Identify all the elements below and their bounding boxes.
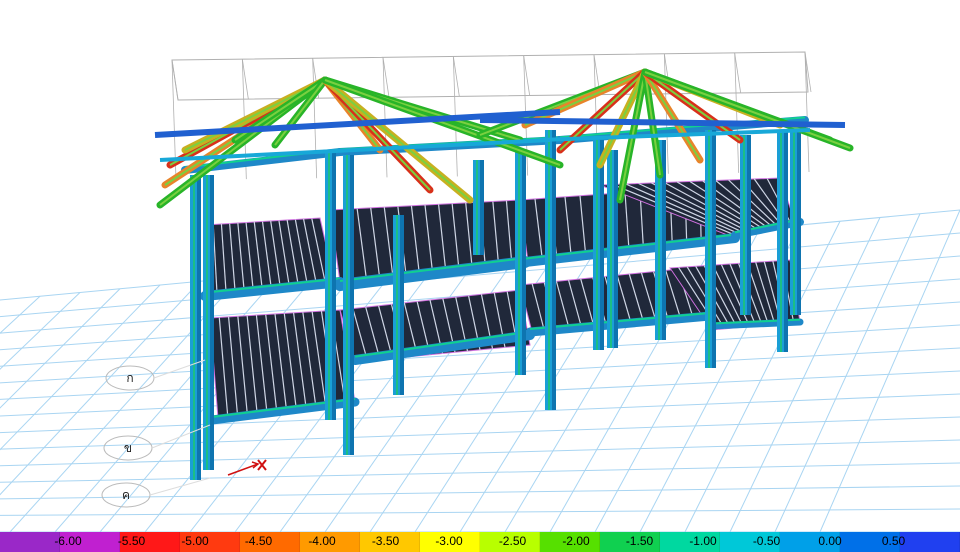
- column-shade: [747, 135, 751, 315]
- column-shade: [784, 130, 788, 352]
- legend-label: -4.50: [244, 534, 273, 548]
- legend-label: 0.50: [881, 534, 906, 548]
- column-shade: [600, 140, 604, 350]
- legend-label: -2.00: [562, 534, 590, 548]
- stress-color-legend: -6.00 -5.50 -5.00 -4.50 -4.00 -3.50 -3.00 -2.50…: [0, 532, 960, 552]
- column-shade: [797, 125, 801, 315]
- legend-label: -2.50: [498, 534, 527, 548]
- model-viewport[interactable]: ก ข ค: [0, 0, 960, 532]
- legend-label: -5.50: [117, 534, 146, 548]
- ground-grid-line: [0, 280, 201, 496]
- legend-label: -5.00: [181, 534, 209, 548]
- wire-line: [804, 51, 810, 173]
- wire-line: [382, 57, 388, 178]
- legend-label: -3.00: [435, 534, 463, 548]
- grid-bubble-label: ข: [124, 441, 132, 455]
- legend-label: 0.00: [818, 534, 842, 548]
- ground-grid-line: [0, 370, 960, 417]
- legend-labels: -6.00 -5.50 -5.00 -4.50 -4.00 -3.50 -3.00 -2.50…: [0, 532, 960, 552]
- structural-model-drawing: ก ข ค: [0, 51, 960, 532]
- legend-label: -0.50: [752, 534, 781, 548]
- column-shade: [197, 175, 201, 480]
- ground-grid-line: [0, 485, 960, 500]
- column-shade: [712, 130, 716, 368]
- column-shade: [522, 150, 526, 375]
- grid-bubble-label: ก: [126, 371, 133, 385]
- ground-grid-line: [0, 292, 81, 370]
- ground-grid-line: [0, 393, 960, 434]
- grid-bubble-label: ค: [122, 488, 130, 502]
- column-shade: [332, 150, 336, 420]
- column-shade: [400, 215, 404, 395]
- wire-top: [171, 51, 809, 101]
- wire-line: [312, 58, 318, 179]
- legend-label: -6.00: [54, 534, 82, 548]
- column-shade: [480, 160, 484, 255]
- wire-line: [734, 52, 740, 173]
- column-shade: [350, 155, 354, 455]
- axis-triad: [227, 459, 267, 476]
- column-shade: [552, 130, 556, 410]
- ground-grid-line: [819, 209, 960, 532]
- legend-label: -1.50: [625, 534, 654, 548]
- legend-label: -4.00: [308, 534, 336, 548]
- grid-bubble-3[interactable]: ค: [101, 477, 211, 508]
- legend-label: -1.00: [689, 534, 717, 548]
- column-shade: [210, 175, 214, 470]
- ground-grid-line: [0, 462, 960, 483]
- ground-grid-line: [0, 508, 960, 516]
- column-shade: [614, 150, 618, 348]
- legend-label: -3.50: [371, 534, 400, 548]
